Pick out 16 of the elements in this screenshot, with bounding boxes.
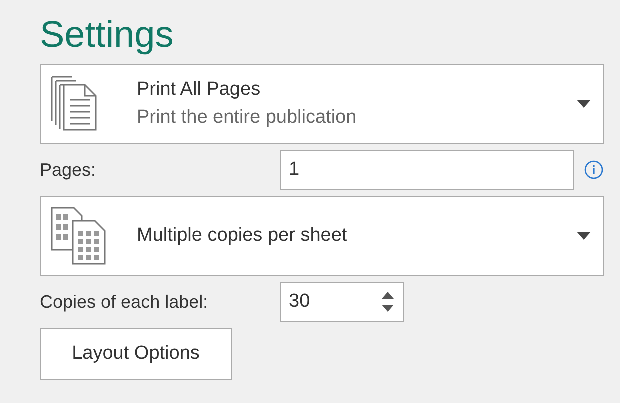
copies-icon [51,207,107,265]
option-title: Print All Pages [137,79,262,101]
option-title: Multiple copies per sheet [137,225,348,247]
info-icon[interactable] [584,160,604,180]
option-description: Print the entire publication [137,107,358,129]
pages-label: Pages: [40,160,98,180]
spin-arrows-icon[interactable] [381,291,395,313]
print-option-dropdown[interactable]: Multiple copies per sheet [40,196,604,276]
layout-options-button[interactable]: Layout Options [40,328,232,380]
caret-icon [577,100,591,108]
print-option-dropdown[interactable]: Print All Pages Print the entire publication [40,64,604,144]
copies-label: Copies of each label: [40,292,210,312]
copies-spinner[interactable]: 30 [280,282,404,322]
caret-icon [577,232,591,240]
pages-field[interactable]: 1 [280,150,574,190]
settings-heading: Settings [40,13,175,57]
